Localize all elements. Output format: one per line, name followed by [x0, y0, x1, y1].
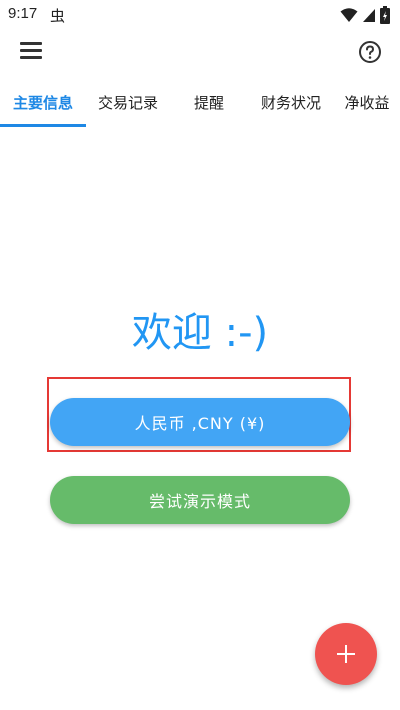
status-bar: 9:17 虫 — [0, 0, 400, 30]
demo-mode-button[interactable]: 尝试演示模式 — [50, 476, 350, 524]
tab-reminders[interactable]: 提醒 — [170, 80, 248, 126]
wifi-icon — [340, 8, 358, 22]
app-notification-icon: 虫 — [50, 7, 66, 25]
add-button[interactable] — [315, 623, 377, 685]
tab-financial-status[interactable]: 财务状况 — [248, 80, 334, 126]
welcome-text: 欢迎 :-) — [131, 310, 269, 356]
signal-icon — [363, 9, 375, 22]
status-icons — [340, 6, 390, 24]
tab-transactions[interactable]: 交易记录 — [86, 80, 170, 126]
tab-indicator — [0, 124, 86, 127]
help-icon[interactable] — [358, 40, 382, 64]
tab-main-info[interactable]: 主要信息 — [0, 80, 86, 126]
currency-button[interactable]: 人民币 ,CNY (¥) — [50, 398, 350, 446]
status-time: 9:17 — [8, 5, 38, 22]
battery-icon — [380, 6, 390, 24]
menu-icon[interactable] — [20, 42, 42, 60]
tab-net-income[interactable]: 净收益 — [334, 80, 400, 126]
plus-icon — [337, 645, 355, 663]
tab-bar: 主要信息 交易记录 提醒 财务状况 净收益 — [0, 80, 400, 128]
toolbar — [0, 30, 400, 74]
